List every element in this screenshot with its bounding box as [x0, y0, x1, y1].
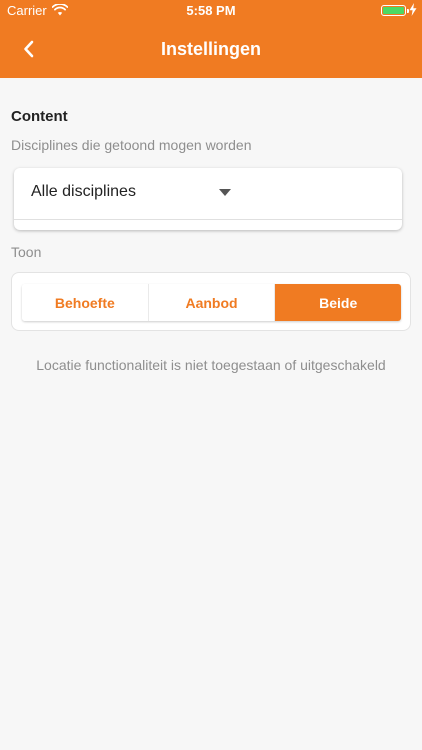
segment-beide[interactable]: Beide: [275, 284, 401, 321]
dropdown-underline: [14, 219, 402, 220]
page-title: Instellingen: [160, 39, 261, 59]
top-bar: Carrier 5:58 PM Instellingen: [0, 0, 422, 78]
toon-label: Toon: [11, 244, 42, 260]
status-time: 5:58 PM: [186, 3, 236, 18]
charging-bolt-icon: [409, 3, 417, 16]
disciplines-label: Disciplines die getoond mogen worden: [11, 137, 252, 153]
toon-segmented-control: Behoefte Aanbod Beide: [22, 284, 401, 321]
battery-icon: [381, 5, 409, 16]
location-notice: Locatie functionaliteit is niet toegesta…: [36, 357, 386, 373]
status-bar: Carrier 5:58 PM: [0, 0, 422, 22]
disciplines-selected-value: Alle disciplines: [31, 183, 136, 200]
disciplines-dropdown[interactable]: Alle disciplines: [14, 168, 402, 230]
segment-aanbod[interactable]: Aanbod: [148, 284, 276, 321]
content-section-title: Content: [11, 108, 68, 125]
caret-down-icon: [219, 189, 231, 196]
toon-card: Behoefte Aanbod Beide: [11, 272, 411, 331]
segment-behoefte[interactable]: Behoefte: [22, 284, 149, 321]
